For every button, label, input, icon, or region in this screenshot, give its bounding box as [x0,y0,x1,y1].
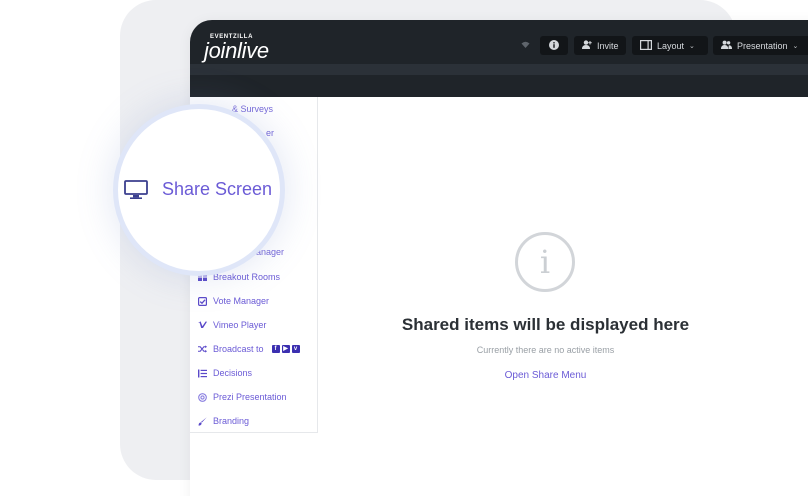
menu-item-label: Vimeo Player [213,320,267,330]
menu-item-label: Breakout Rooms [213,272,281,282]
brush-icon [198,416,207,426]
layout-label: Layout [657,40,685,51]
sub-bar [190,64,808,75]
invite-label: Invite [597,40,619,51]
prezi-icon [198,392,207,402]
menu-item-player-partial[interactable]: er [266,128,274,138]
menu-item-branding[interactable]: Branding [198,414,249,428]
vimeo-icon [198,321,207,330]
share-screen-button[interactable]: Share Screen [124,179,272,200]
layout-icon [640,39,653,52]
facebook-icon: f [271,345,280,353]
magnifier-callout: Share Screen [113,104,285,276]
chevron-down-icon: ⌄ [689,42,695,50]
info-icon: i [515,232,575,292]
presentation-label: Presentation [737,40,788,51]
social-icons: f ▶ v [271,345,300,353]
tab-bar: + ID: 7 [190,75,808,148]
menu-item-label: Broadcast to [213,344,264,354]
menu-item-decisions[interactable]: Decisions [198,366,252,380]
layout-button[interactable]: Layout ⌄ [632,36,708,55]
checkbox-icon [198,296,207,306]
invite-button[interactable]: Invite [574,36,626,55]
monitor-icon [124,179,148,200]
menu-item-vimeo-player[interactable]: Vimeo Player [198,318,266,332]
open-share-menu-link[interactable]: Open Share Menu [319,370,772,381]
menu-item-label: Prezi Presentation [213,392,287,402]
menu-item-broadcast[interactable]: Broadcast to f ▶ v [198,342,300,356]
meeting-id: ID: 7 [786,135,808,146]
add-user-icon [582,40,592,51]
empty-state-subtitle: Currently there are no active items [476,345,615,355]
empty-state-title: Shared items will be displayed here [401,315,690,334]
menu-item-label: Branding [213,416,250,426]
shuffle-icon [198,345,207,354]
menu-item-prezi-presentation[interactable]: Prezi Presentation [198,390,287,404]
app-window: EVENTZILLA joinlive Invite Layout ⌄ Pres… [190,20,808,496]
youtube-icon: ▶ [281,345,290,353]
menu-item-label: Decisions [213,368,253,378]
menu-item-label: Vote Manager [213,296,270,306]
share-screen-label: Share Screen [162,179,273,199]
vimeo-icon: v [291,345,300,353]
info-icon [549,39,559,52]
stage: EVENTZILLA joinlive Invite Layout ⌄ Pres… [0,0,808,496]
users-icon [721,40,732,51]
menu-item-vote-manager[interactable]: Vote Manager [198,294,269,308]
top-bar: EVENTZILLA joinlive Invite Layout ⌄ Pres… [190,20,808,64]
chevron-down-icon: ⌄ [792,42,799,50]
info-button[interactable] [540,36,568,55]
brand-main-text: joinlive [204,38,269,63]
signal-icon [521,41,530,51]
list-icon [198,369,207,378]
presentation-button[interactable]: Presentation ⌄ [713,36,808,55]
